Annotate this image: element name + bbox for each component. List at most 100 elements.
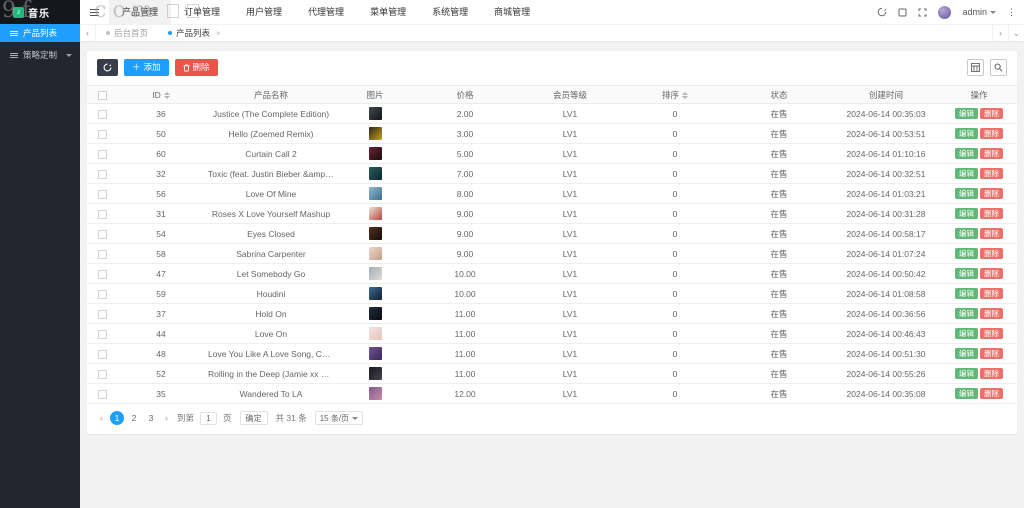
more-menu-icon[interactable]: ⋮ — [1007, 7, 1016, 18]
edit-button[interactable]: 编辑 — [955, 387, 978, 400]
user-avatar[interactable] — [938, 5, 952, 19]
delete-button[interactable]: 删除 — [980, 207, 1003, 220]
delete-button[interactable]: 删除 — [980, 387, 1003, 400]
sidebar-item-产品列表[interactable]: 产品列表 — [0, 24, 80, 42]
row-checkbox[interactable] — [97, 229, 107, 239]
cell-name: Curtain Call 2 — [205, 143, 337, 164]
row-checkbox[interactable] — [97, 329, 107, 339]
add-button[interactable]: ＋添加 — [124, 59, 169, 76]
row-checkbox[interactable] — [97, 189, 107, 199]
sidebar-item-策略定制[interactable]: 策略定制 — [0, 46, 80, 64]
delete-button[interactable]: 删除 — [980, 167, 1003, 180]
filter-columns-button[interactable] — [967, 59, 984, 76]
edit-button[interactable]: 编辑 — [955, 227, 978, 240]
sort-icon[interactable] — [163, 91, 170, 99]
page-tab-产品列表[interactable]: 产品列表 × — [158, 24, 231, 42]
delete-button[interactable]: 删除 — [980, 367, 1003, 380]
cell-sort: 0 — [623, 363, 727, 384]
close-icon[interactable]: × — [216, 29, 221, 38]
cell-status: 在售 — [727, 323, 831, 344]
page-tab-后台首页[interactable]: 后台首页 — [96, 24, 158, 42]
page-number-2[interactable]: 2 — [127, 411, 141, 425]
tabs-scroll-right-icon[interactable]: › — [992, 24, 1008, 42]
edit-button[interactable]: 编辑 — [955, 307, 978, 320]
cell-price: 9.00 — [413, 243, 517, 264]
topnav-tab-商城管理[interactable]: 商城管理 — [481, 0, 543, 24]
row-checkbox[interactable] — [97, 269, 107, 279]
edit-button[interactable]: 编辑 — [955, 127, 978, 140]
menu-toggle-icon[interactable] — [80, 8, 109, 16]
row-checkbox[interactable] — [97, 369, 107, 379]
delete-button[interactable]: 删除 — [980, 307, 1003, 320]
username-label: admin — [962, 7, 987, 17]
row-checkbox[interactable] — [97, 149, 107, 159]
next-page-button[interactable]: › — [162, 413, 171, 423]
cell-actions: 编辑 删除 — [941, 203, 1017, 224]
edit-button[interactable]: 编辑 — [955, 187, 978, 200]
edit-button[interactable]: 编辑 — [955, 347, 978, 360]
edit-button[interactable]: 编辑 — [955, 287, 978, 300]
fullscreen-icon[interactable] — [918, 8, 927, 17]
search-button[interactable] — [990, 59, 1007, 76]
edit-button[interactable]: 编辑 — [955, 107, 978, 120]
delete-button[interactable]: 删除 — [980, 127, 1003, 140]
confirm-page-button[interactable]: 确定 — [239, 411, 268, 425]
row-checkbox[interactable] — [97, 209, 107, 219]
row-checkbox[interactable] — [97, 309, 107, 319]
row-checkbox[interactable] — [97, 109, 107, 119]
user-menu[interactable]: admin — [962, 7, 996, 17]
cell-id: 60 — [117, 143, 205, 164]
topnav-tab-系统管理[interactable]: 系统管理 — [419, 0, 481, 24]
delete-button[interactable]: 删除 — [980, 327, 1003, 340]
cell-time: 2024-06-14 00:46:43 — [831, 323, 941, 344]
delete-button[interactable]: 删除 — [980, 267, 1003, 280]
select-all-checkbox[interactable] — [97, 90, 107, 100]
edit-button[interactable]: 编辑 — [955, 327, 978, 340]
delete-button[interactable]: 删除 — [174, 59, 218, 76]
album-art — [368, 167, 382, 180]
edit-button[interactable]: 编辑 — [955, 247, 978, 260]
row-checkbox[interactable] — [97, 129, 107, 139]
edit-button[interactable]: 编辑 — [955, 147, 978, 160]
album-art — [368, 287, 382, 300]
column-header-ID[interactable]: ID — [117, 85, 205, 104]
column-header-排序[interactable]: 排序 — [623, 85, 727, 104]
page-numbers: 123 — [110, 411, 158, 425]
prev-page-button[interactable]: ‹ — [97, 413, 106, 423]
app-logo: ♪ 音乐 — [0, 0, 80, 24]
edit-button[interactable]: 编辑 — [955, 167, 978, 180]
row-checkbox[interactable] — [97, 389, 107, 399]
delete-button[interactable]: 删除 — [980, 227, 1003, 240]
edit-button[interactable]: 编辑 — [955, 207, 978, 220]
delete-button[interactable]: 删除 — [980, 287, 1003, 300]
cell-image — [337, 383, 413, 404]
row-checkbox[interactable] — [97, 349, 107, 359]
row-checkbox[interactable] — [97, 169, 107, 179]
row-checkbox[interactable] — [97, 249, 107, 259]
sort-icon[interactable] — [682, 91, 688, 99]
page-size-select[interactable]: 15 条/页 — [314, 411, 364, 425]
cell-actions: 编辑 删除 — [941, 363, 1017, 384]
edit-button[interactable]: 编辑 — [955, 267, 978, 280]
refresh-button[interactable] — [97, 59, 118, 76]
delete-button[interactable]: 删除 — [980, 147, 1003, 160]
refresh-icon[interactable] — [877, 7, 887, 17]
page-number-3[interactable]: 3 — [144, 411, 158, 425]
clear-cache-icon[interactable] — [898, 8, 907, 17]
table-row: 47 Let Somebody Go 10.00 LV1 0 在售 2024-06-14 0… — [87, 263, 1017, 284]
topnav-tab-菜单管理[interactable]: 菜单管理 — [357, 0, 419, 24]
page-input[interactable] — [200, 411, 218, 425]
delete-button[interactable]: 删除 — [980, 107, 1003, 120]
page-number-1[interactable]: 1 — [110, 411, 124, 425]
delete-button[interactable]: 删除 — [980, 247, 1003, 260]
topnav-tab-订单管理[interactable]: 订单管理 — [171, 0, 233, 24]
topnav-tab-用户管理[interactable]: 用户管理 — [233, 0, 295, 24]
topnav-tab-代理管理[interactable]: 代理管理 — [295, 0, 357, 24]
row-checkbox[interactable] — [97, 289, 107, 299]
delete-button[interactable]: 删除 — [980, 187, 1003, 200]
topnav-tab-产品管理[interactable]: 产品管理 — [109, 0, 172, 24]
tabs-menu-icon[interactable]: ⌄ — [1008, 24, 1024, 42]
delete-button[interactable]: 删除 — [980, 347, 1003, 360]
tabs-scroll-left-icon[interactable]: ‹ — [80, 24, 96, 42]
edit-button[interactable]: 编辑 — [955, 367, 978, 380]
